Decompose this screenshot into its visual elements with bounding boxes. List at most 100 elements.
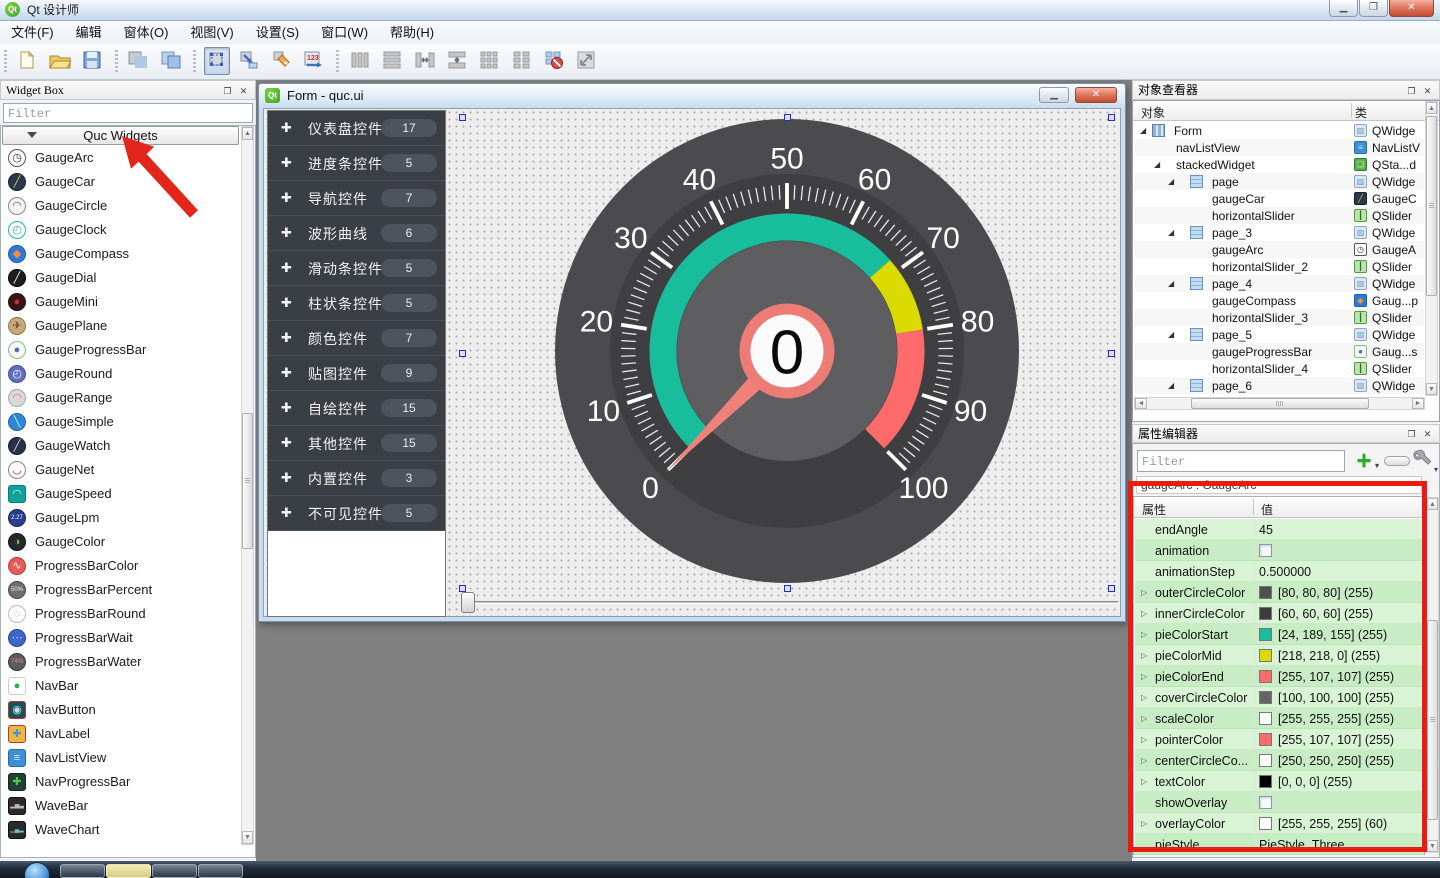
- widget-item-GaugeDial[interactable]: ╱GaugeDial: [2, 266, 238, 290]
- tree-row-page[interactable]: ◢page▨QWidge: [1134, 173, 1424, 190]
- menu-帮助(H)[interactable]: 帮助(H): [379, 21, 445, 44]
- expander-icon[interactable]: ◢: [1168, 330, 1177, 339]
- close-panel-icon[interactable]: ✕: [236, 84, 251, 99]
- widget-item-WaveBar[interactable]: ▂▅▃WaveBar: [2, 794, 238, 818]
- taskbar-button-2[interactable]: [106, 864, 151, 878]
- adjust-size-button[interactable]: [574, 47, 600, 75]
- widget-item-NavBar[interactable]: ●NavBar: [2, 674, 238, 698]
- tree-row-page_6[interactable]: ◢page_6▨QWidge: [1134, 377, 1424, 394]
- selection-handle[interactable]: [459, 585, 466, 592]
- nav-item-颜色控件[interactable]: ✚颜色控件7: [268, 321, 445, 356]
- nav-item-进度条控件[interactable]: ✚进度条控件5: [268, 146, 445, 181]
- expander-icon[interactable]: ◢: [1168, 228, 1177, 237]
- tree-row-Form[interactable]: ◢Form▨QWidge: [1134, 122, 1424, 139]
- nav-item-自绘控件[interactable]: ✚自绘控件15: [268, 391, 445, 426]
- widget-item-GaugeWatch[interactable]: ╱GaugeWatch: [2, 434, 238, 458]
- configure-property-editor-button[interactable]: ▾: [1412, 448, 1436, 472]
- selection-handle[interactable]: [784, 585, 791, 592]
- object-tree-hscrollbar[interactable]: ◄ ►: [1134, 397, 1425, 410]
- selection-handle[interactable]: [459, 114, 466, 121]
- expander-icon[interactable]: ◢: [1168, 177, 1177, 186]
- nav-list-widget[interactable]: ✚仪表盘控件17✚进度条控件5✚导航控件7✚波形曲线6✚滑动条控件5✚柱状条控件…: [267, 110, 446, 617]
- tree-row-horizontalSlider_3[interactable]: horizontalSlider_3┃QSlider: [1134, 309, 1424, 326]
- add-dynamic-property-button[interactable]: +▾: [1350, 448, 1378, 474]
- selection-handle[interactable]: [459, 350, 466, 357]
- restore-button[interactable]: ❐: [1359, 0, 1388, 17]
- expander-icon[interactable]: ◢: [1168, 381, 1177, 390]
- layout-grid-button[interactable]: [477, 47, 503, 75]
- menu-编辑[interactable]: 编辑: [65, 21, 113, 44]
- nav-item-仪表盘控件[interactable]: ✚仪表盘控件17: [268, 111, 445, 146]
- widget-item-GaugeNet[interactable]: ◡GaugeNet: [2, 458, 238, 482]
- nav-item-导航控件[interactable]: ✚导航控件7: [268, 181, 445, 216]
- new-form-button[interactable]: [14, 47, 40, 75]
- tree-row-gaugeCar[interactable]: gaugeCar╱GaugeC: [1134, 190, 1424, 207]
- nav-item-贴图控件[interactable]: ✚贴图控件9: [268, 356, 445, 391]
- widget-item-NavButton[interactable]: ◉NavButton: [2, 698, 238, 722]
- widget-item-ProgressBarPercent[interactable]: 50%ProgressBarPercent: [2, 578, 238, 602]
- tree-row-gaugeCompass[interactable]: gaugeCompass◆Gaug...p: [1134, 292, 1424, 309]
- layout-split-vertical-button[interactable]: [444, 47, 470, 75]
- widget-item-ProgressBarWater[interactable]: 74%ProgressBarWater: [2, 650, 238, 674]
- float-panel-icon[interactable]: ❐: [220, 84, 235, 99]
- expander-icon[interactable]: ◢: [1168, 279, 1177, 288]
- taskbar-button-1[interactable]: [60, 864, 105, 878]
- close-panel-icon[interactable]: ✕: [1420, 84, 1435, 99]
- column-class[interactable]: 类: [1355, 104, 1367, 121]
- tree-row-page_5[interactable]: ◢page_5▨QWidge: [1134, 326, 1424, 343]
- object-tree-column-header[interactable]: 对象 类: [1133, 101, 1439, 121]
- widget-item-NavLabel[interactable]: ✚NavLabel: [2, 722, 238, 746]
- save-form-button[interactable]: [79, 47, 105, 75]
- menu-窗体(O)[interactable]: 窗体(O): [113, 21, 180, 44]
- gauge-arc-widget[interactable]: 01020304050607080901000: [545, 109, 1035, 599]
- edit-signals-button[interactable]: [236, 47, 262, 75]
- widget-item-ProgressBarWait[interactable]: ⋯ProgressBarWait: [2, 626, 238, 650]
- widget-item-GaugeProgressBar[interactable]: ●GaugeProgressBar: [2, 338, 238, 362]
- break-layout-button[interactable]: [542, 47, 568, 75]
- nav-item-波形曲线[interactable]: ✚波形曲线6: [268, 216, 445, 251]
- edit-tab-order-button[interactable]: 123: [301, 47, 327, 75]
- close-panel-icon[interactable]: ✕: [1420, 427, 1435, 442]
- widget-box-filter-input[interactable]: [3, 103, 253, 123]
- widget-box-scrollbar[interactable]: ▲ ▼: [241, 126, 254, 845]
- nav-item-内置控件[interactable]: ✚内置控件3: [268, 461, 445, 496]
- widget-item-GaugeLpm[interactable]: 2.27GaugeLpm: [2, 506, 238, 530]
- float-panel-icon[interactable]: ❐: [1404, 84, 1419, 99]
- layout-form-button[interactable]: [509, 47, 535, 75]
- widget-item-WaveChart[interactable]: ▁▄▂WaveChart: [2, 818, 238, 842]
- widget-item-NavListView[interactable]: ≡NavListView: [2, 746, 238, 770]
- menu-视图(V)[interactable]: 视图(V): [179, 21, 244, 44]
- form-title-bar[interactable]: Qt Form - quc.ui ▁ ✕: [259, 84, 1125, 108]
- property-vscrollbar[interactable]: ▲ ▼: [1426, 497, 1439, 853]
- nav-item-不可见控件[interactable]: ✚不可见控件5: [268, 496, 445, 531]
- layout-vertical-button[interactable]: [379, 47, 405, 75]
- widget-item-GaugeCompass[interactable]: ◆GaugeCompass: [2, 242, 238, 266]
- nav-item-其他控件[interactable]: ✚其他控件15: [268, 426, 445, 461]
- widget-item-GaugeRange[interactable]: ◠GaugeRange: [2, 386, 238, 410]
- nav-item-滑动条控件[interactable]: ✚滑动条控件5: [268, 251, 445, 286]
- horizontal-slider-handle[interactable]: [461, 592, 475, 613]
- expander-icon[interactable]: ◢: [1154, 160, 1163, 169]
- tree-row-gaugeProgressBar[interactable]: gaugeProgressBar●Gaug...s: [1134, 343, 1424, 360]
- tree-row-horizontalSlider_2[interactable]: horizontalSlider_2┃QSlider: [1134, 258, 1424, 275]
- widget-item-GaugeSimple[interactable]: ╲GaugeSimple: [2, 410, 238, 434]
- menu-设置(S)[interactable]: 设置(S): [245, 21, 310, 44]
- property-filter-input[interactable]: [1137, 450, 1345, 472]
- selection-handle[interactable]: [1108, 114, 1115, 121]
- minimize-button[interactable]: ▁: [1329, 0, 1358, 17]
- widget-item-GaugeMini[interactable]: ●GaugeMini: [2, 290, 238, 314]
- widget-item-ProgressBarColor[interactable]: ∿ProgressBarColor: [2, 554, 238, 578]
- widget-item-GaugeRound[interactable]: ◴GaugeRound: [2, 362, 238, 386]
- widget-item-NavProgressBar[interactable]: ✚NavProgressBar: [2, 770, 238, 794]
- tree-row-page_3[interactable]: ◢page_3▨QWidge: [1134, 224, 1424, 241]
- remove-dynamic-property-button[interactable]: [1384, 456, 1410, 466]
- selection-handle[interactable]: [1108, 350, 1115, 357]
- tree-row-horizontalSlider[interactable]: horizontalSlider┃QSlider: [1134, 207, 1424, 224]
- open-form-button[interactable]: [47, 47, 73, 75]
- horizontal-slider-groove[interactable]: [468, 601, 1118, 604]
- tile-button[interactable]: [158, 47, 184, 75]
- tree-row-navListView[interactable]: navListView≡NavListV: [1134, 139, 1424, 156]
- form-minimize-button[interactable]: ▁: [1039, 87, 1069, 103]
- tree-row-stackedWidget[interactable]: ◢stackedWidget❏QSta...d: [1134, 156, 1424, 173]
- tree-row-horizontalSlider_4[interactable]: horizontalSlider_4┃QSlider: [1134, 360, 1424, 377]
